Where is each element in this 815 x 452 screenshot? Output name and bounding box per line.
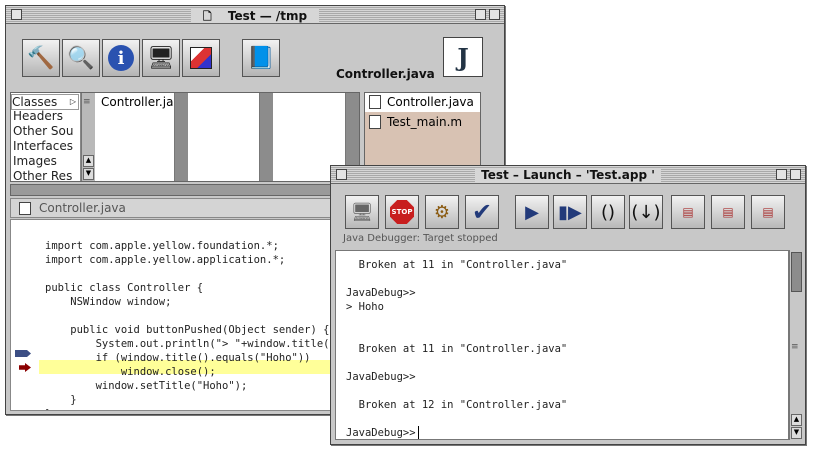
scroll-thumb[interactable] [791, 252, 802, 292]
code-line: window.setTitle("Hoho"); [45, 380, 248, 392]
browser-item-images[interactable]: Images [13, 154, 79, 168]
java-doc-icon [19, 202, 31, 215]
scroll-down-arrow[interactable]: ▼ [791, 427, 802, 439]
browser-column-categories: Classes ▷ Headers Other Sou Interfaces Im… [11, 93, 81, 181]
check-icon[interactable]: ✔ [465, 195, 499, 229]
code-line: if (window.title().equals("Hoho")) [45, 352, 311, 364]
browser-column-classes: Controller.ja [96, 93, 174, 181]
grip-icon: ≡ [791, 342, 799, 352]
browser-item-controller[interactable]: Controller.ja [101, 95, 173, 109]
console-line: JavaDebug>> [346, 371, 416, 383]
launch-window-title: Test – Launch – 'Test.app ' [475, 168, 661, 182]
frame-print-icon[interactable]: ▤ [751, 195, 785, 229]
info-icon[interactable]: i [102, 39, 140, 77]
cube-icon[interactable] [182, 39, 220, 77]
console-line: Broken at 12 in "Controller.java" [346, 399, 568, 411]
project-window-title: Test — /tmp [221, 9, 314, 23]
text-cursor [418, 426, 419, 439]
launch-title-bar[interactable]: Test – Launch – 'Test.app ' [331, 166, 805, 184]
frame-delete-icon[interactable]: ▤ [711, 195, 745, 229]
console-line: JavaDebug>> [346, 287, 416, 299]
zoom-box[interactable] [776, 169, 787, 180]
project-toolbar: 🔨 🔍 i 🖥 📘 Controller.java J [6, 25, 504, 89]
project-title-bar[interactable]: 🗋 Test — /tmp [6, 6, 504, 24]
browser-column-3 [189, 93, 259, 181]
help-book-icon[interactable]: 📘 [242, 39, 280, 77]
project-browser: Classes ▷ Headers Other Sou Interfaces Im… [10, 92, 360, 182]
browser-item-other-sources[interactable]: Other Sou [13, 124, 79, 138]
continue-icon[interactable]: ▮▶ [553, 195, 587, 229]
frame-up-icon[interactable]: ▤ [671, 195, 705, 229]
file-icon [369, 95, 381, 109]
scroll-up-arrow[interactable]: ▲ [791, 414, 802, 426]
console-prompt: JavaDebug>> [346, 427, 422, 439]
monitor-icon[interactable]: 🖥 [142, 39, 180, 77]
console-line: > Hoho [346, 301, 384, 313]
collapse-box[interactable] [790, 169, 801, 180]
code-line: window.close(); [45, 366, 216, 378]
debugger-status: Java Debugger: Target stopped [343, 233, 498, 244]
browser-scrollbar-2[interactable] [174, 93, 188, 181]
breakpoint-marker[interactable] [19, 363, 31, 372]
play-icon[interactable]: ▶ [515, 195, 549, 229]
debug-console[interactable]: Broken at 11 in "Controller.java" JavaDe… [335, 250, 789, 440]
program-counter-marker [15, 350, 31, 357]
browser-item-other-resources[interactable]: Other Res [13, 169, 79, 181]
gear-icon[interactable]: ⚙ [425, 195, 459, 229]
file-item-controller-java[interactable]: Controller.java [365, 93, 480, 112]
document-icon: 🗋 [196, 10, 218, 23]
stop-icon[interactable]: STOP [385, 195, 419, 229]
collapse-box[interactable] [489, 9, 500, 20]
console-scrollbar[interactable]: ≡ ▲ ▼ [789, 250, 803, 440]
code-line: } [45, 408, 51, 410]
console-line: Broken at 11 in "Controller.java" [346, 259, 568, 271]
code-line: import com.apple.yellow.foundation.*; [45, 240, 279, 252]
code-line: public class Controller { [45, 282, 204, 294]
browser-scrollbar-3[interactable] [259, 93, 273, 181]
file-icon [369, 115, 381, 129]
browser-scrollbar-1[interactable]: ≡ ▲ ▼ [81, 93, 95, 181]
triangle-right-icon: ▷ [69, 97, 76, 106]
java-file-icon[interactable]: J [443, 37, 483, 77]
code-line: System.out.println("> "+window.title()); [45, 338, 349, 350]
zoom-box[interactable] [475, 9, 486, 20]
scroll-up-arrow[interactable]: ▲ [83, 155, 94, 167]
editor-filename: Controller.java [39, 201, 126, 215]
code-line: } [45, 394, 77, 406]
code-line: NSWindow window; [45, 296, 172, 308]
hammer-icon[interactable]: 🔨 [22, 39, 60, 77]
browser-item-headers[interactable]: Headers [13, 109, 79, 123]
file-item-test-main[interactable]: Test_main.m [365, 113, 480, 132]
monitor-icon[interactable]: 🖥 [345, 195, 379, 229]
step-over-icon[interactable]: () [591, 195, 625, 229]
step-into-icon[interactable]: (↓) [629, 195, 663, 229]
code-line: import com.apple.yellow.application.*; [45, 254, 286, 266]
current-file-label: Controller.java [336, 67, 435, 81]
browser-item-interfaces[interactable]: Interfaces [13, 139, 79, 153]
code-line: public void buttonPushed(Object sender) … [45, 324, 330, 336]
debugger-toolbar: 🖥 STOP ⚙ ✔ ▶ ▮▶ () (↓) ▤ ▤ ▤ Java Debugg… [331, 185, 805, 249]
browser-item-classes[interactable]: Classes ▷ [11, 94, 79, 110]
launch-window: Test – Launch – 'Test.app ' 🖥 STOP ⚙ ✔ ▶… [330, 165, 806, 445]
magnifier-icon[interactable]: 🔍 [62, 39, 100, 77]
scroll-down-arrow[interactable]: ▼ [83, 168, 94, 180]
console-line: Broken at 11 in "Controller.java" [346, 343, 568, 355]
